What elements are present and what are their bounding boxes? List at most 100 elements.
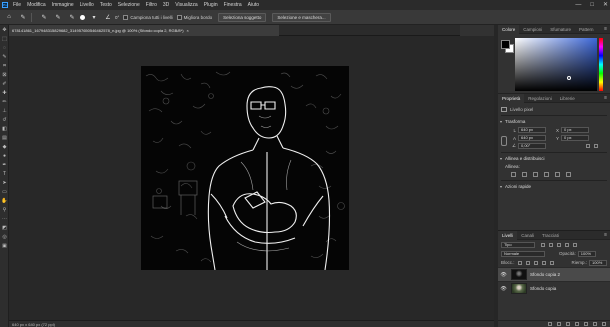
- new-layer-icon[interactable]: [593, 322, 597, 326]
- filter-adjustment-icon[interactable]: [549, 242, 553, 247]
- layer-row-sfondo-copia[interactable]: 👁 Sfondo copia: [498, 281, 610, 295]
- y-field[interactable]: 0 px: [561, 135, 589, 141]
- subtract-selection-icon[interactable]: ✎: [67, 12, 77, 22]
- visibility-eye-icon[interactable]: 👁: [500, 272, 507, 278]
- link-layers-icon[interactable]: [548, 322, 552, 326]
- type-tool-icon[interactable]: T: [0, 169, 9, 178]
- menu-3d[interactable]: 3D: [160, 2, 172, 8]
- fill-field[interactable]: 100%: [589, 259, 607, 266]
- rectangle-tool-icon[interactable]: ▭: [0, 187, 9, 196]
- enhance-edges-checkbox[interactable]: [176, 14, 182, 20]
- lock-artboard-icon[interactable]: [541, 260, 546, 265]
- path-selection-tool-icon[interactable]: ➤: [0, 178, 9, 187]
- layer-filter-dropdown[interactable]: Tipo: [501, 241, 535, 248]
- filter-pixel-icon[interactable]: [541, 242, 545, 247]
- sample-all-layers-checkbox[interactable]: [123, 14, 129, 20]
- lock-all-icon[interactable]: [549, 260, 554, 265]
- color-picker-handle[interactable]: [567, 76, 571, 80]
- layer-style-icon[interactable]: [557, 322, 561, 326]
- menu-filtro[interactable]: Filtro: [143, 2, 160, 8]
- menu-immagine[interactable]: Immagine: [49, 2, 77, 8]
- align-bottom-icon[interactable]: [566, 171, 571, 177]
- align-top-icon[interactable]: [544, 171, 549, 177]
- tab-proprieta[interactable]: Proprietà: [498, 93, 525, 103]
- filter-smart-object-icon[interactable]: [573, 242, 577, 247]
- canvas-workspace[interactable]: [9, 36, 494, 320]
- flip-horizontal-icon[interactable]: [586, 144, 590, 148]
- tab-campioni[interactable]: Campioni: [519, 25, 546, 34]
- chevron-down-icon[interactable]: ▾: [89, 12, 99, 22]
- layer-name[interactable]: Sfondo copia 2: [530, 272, 560, 277]
- delete-layer-icon[interactable]: [602, 322, 606, 326]
- healing-brush-tool-icon[interactable]: ✚: [0, 88, 9, 97]
- quick-select-tool-icon[interactable]: ✎: [0, 52, 9, 61]
- add-selection-icon[interactable]: ✎: [53, 12, 63, 22]
- menu-modifica[interactable]: Modifica: [24, 2, 49, 8]
- color-picker-field[interactable]: [515, 38, 597, 91]
- tab-pattern[interactable]: Pattern: [575, 25, 598, 34]
- add-mask-icon[interactable]: [566, 322, 570, 326]
- document-tab[interactable]: 678141861_167948315829682_31495765054646…: [9, 25, 279, 36]
- opacity-field[interactable]: 100%: [577, 250, 596, 257]
- adjustment-layer-icon[interactable]: [575, 322, 579, 326]
- close-document-icon[interactable]: ×: [187, 28, 189, 33]
- hand-tool-icon[interactable]: ✋: [0, 196, 9, 205]
- flip-vertical-icon[interactable]: [594, 144, 598, 148]
- tab-canali[interactable]: Canali: [517, 231, 538, 240]
- canvas-image[interactable]: [141, 66, 349, 270]
- new-group-icon[interactable]: [584, 322, 588, 326]
- tab-sfumature[interactable]: Sfumature: [546, 25, 575, 34]
- visibility-eye-icon[interactable]: 👁: [500, 286, 507, 292]
- screen-mode-icon[interactable]: ▣: [0, 241, 9, 250]
- menu-visualizza[interactable]: Visualizza: [172, 2, 200, 8]
- filter-shape-icon[interactable]: [565, 242, 569, 247]
- panel-menu-icon[interactable]: ≡: [604, 95, 607, 101]
- tab-librerie[interactable]: Librerie: [556, 94, 579, 103]
- filter-type-icon[interactable]: [557, 242, 561, 247]
- gradient-tool-icon[interactable]: ▤: [0, 133, 9, 142]
- align-section-header[interactable]: Allinea e distribuisci: [500, 155, 607, 163]
- menu-aiuto[interactable]: Aiuto: [245, 2, 262, 8]
- maximize-button[interactable]: □: [590, 0, 594, 10]
- align-center-v-icon[interactable]: [555, 171, 560, 177]
- align-left-icon[interactable]: [511, 171, 516, 177]
- foreground-color-swatch[interactable]: [501, 40, 510, 49]
- menu-finestra[interactable]: Finestra: [221, 2, 245, 8]
- select-and-mask-button[interactable]: Selezione e maschera...: [272, 12, 331, 22]
- eyedropper-tool-icon[interactable]: ✐: [0, 79, 9, 88]
- dodge-tool-icon[interactable]: ●: [0, 151, 9, 160]
- new-selection-icon[interactable]: ✎: [39, 12, 49, 22]
- transform-section-header[interactable]: Trasforma: [500, 118, 607, 126]
- eraser-tool-icon[interactable]: ◧: [0, 124, 9, 133]
- lock-transparency-icon[interactable]: [517, 260, 522, 265]
- x-field[interactable]: 0 px: [561, 127, 589, 133]
- align-right-icon[interactable]: [533, 171, 538, 177]
- tab-regolazioni[interactable]: Regolazioni: [524, 94, 556, 103]
- quick-mask-icon[interactable]: ◎: [0, 232, 9, 241]
- tab-tracciati[interactable]: Tracciati: [538, 231, 563, 240]
- panel-menu-icon[interactable]: ≡: [604, 232, 607, 238]
- brush-tool-icon[interactable]: ✏: [0, 97, 9, 106]
- tab-colore[interactable]: Colore: [498, 24, 520, 34]
- layer-name[interactable]: Sfondo copia: [530, 286, 556, 291]
- lasso-tool-icon[interactable]: ◌: [0, 43, 9, 52]
- frame-tool-icon[interactable]: ⊠: [0, 70, 9, 79]
- more-tools-icon[interactable]: ⋯: [0, 214, 9, 223]
- history-brush-tool-icon[interactable]: ↺: [0, 115, 9, 124]
- angle-field[interactable]: 0,00°: [518, 143, 546, 149]
- quick-actions-section-header[interactable]: Azioni rapide: [500, 183, 607, 191]
- clone-stamp-tool-icon[interactable]: ⊥: [0, 106, 9, 115]
- layer-row-sfondo-copia-2[interactable]: 👁 Sfondo copia 2: [498, 267, 610, 281]
- foreground-background-icon[interactable]: ◩: [0, 223, 9, 232]
- menu-livello[interactable]: Livello: [77, 2, 97, 8]
- menu-file[interactable]: File: [10, 2, 24, 8]
- move-tool-icon[interactable]: ✥: [0, 25, 9, 34]
- align-center-h-icon[interactable]: [522, 171, 527, 177]
- tab-livelli[interactable]: Livelli: [498, 230, 518, 240]
- menu-plugin[interactable]: Plugin: [201, 2, 221, 8]
- marquee-tool-icon[interactable]: ⬚: [0, 34, 9, 43]
- zoom-tool-icon[interactable]: ⚲: [0, 205, 9, 214]
- brush-size-preview[interactable]: [80, 14, 85, 20]
- lock-position-icon[interactable]: [533, 260, 538, 265]
- width-field[interactable]: 640 px: [518, 127, 546, 133]
